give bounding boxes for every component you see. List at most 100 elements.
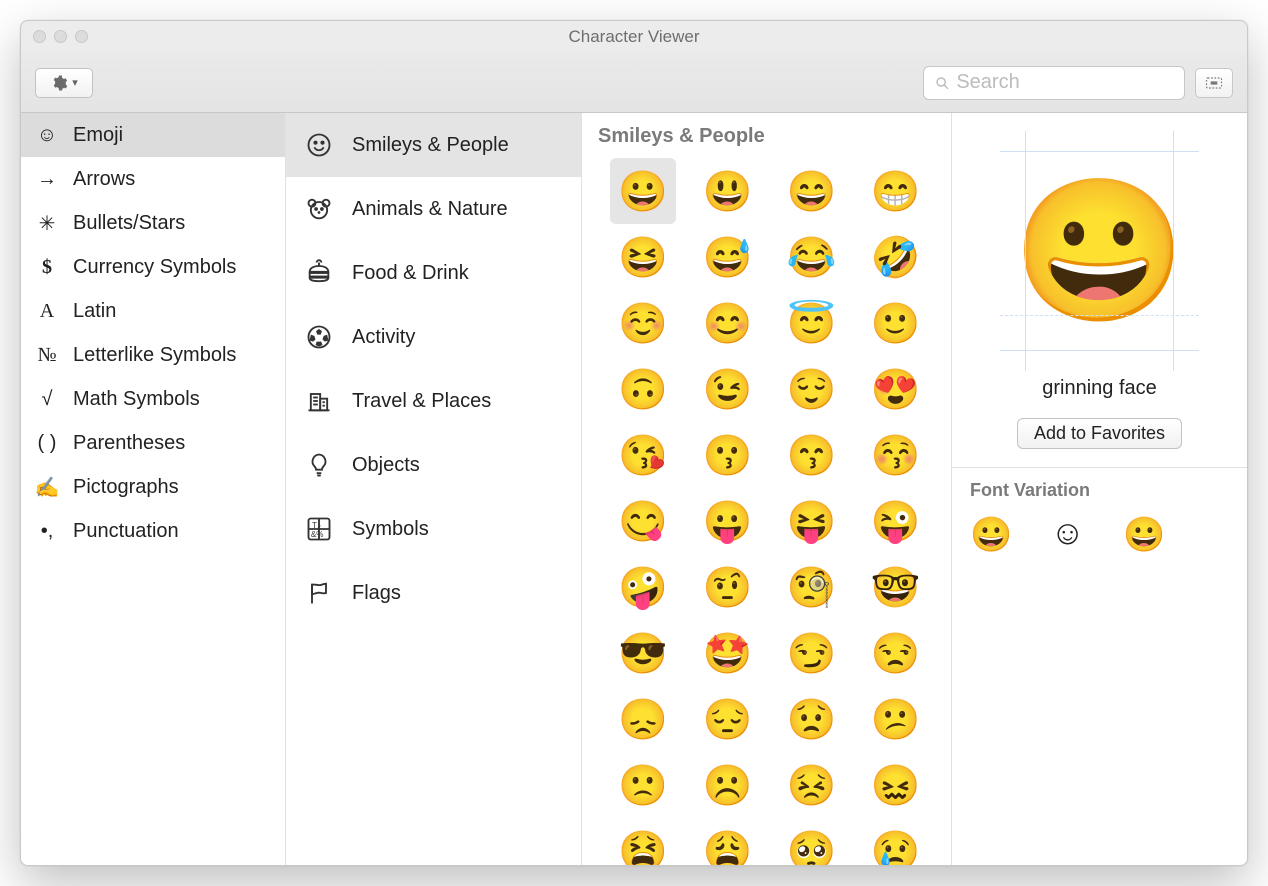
subcategory-item[interactable]: Objects bbox=[286, 433, 581, 497]
emoji-cell[interactable]: 🤨 bbox=[694, 554, 760, 620]
emoji-cell[interactable]: 😫 bbox=[610, 818, 676, 865]
emoji-cell[interactable]: 😂 bbox=[779, 224, 845, 290]
keyboard-icon bbox=[1204, 73, 1224, 93]
subcategory-label: Symbols bbox=[352, 518, 429, 541]
font-variation-glyph[interactable]: 😀 bbox=[1123, 515, 1165, 555]
category-item[interactable]: $Currency Symbols bbox=[21, 245, 285, 289]
emoji-cell[interactable]: 😚 bbox=[863, 422, 929, 488]
emoji-cell[interactable]: 🧐 bbox=[779, 554, 845, 620]
emoji-cell[interactable]: 😉 bbox=[694, 356, 760, 422]
emoji-cell[interactable]: 😄 bbox=[779, 158, 845, 224]
emoji-cell[interactable]: 😍 bbox=[863, 356, 929, 422]
category-list: ☺Emoji→Arrows✳Bullets/Stars$Currency Sym… bbox=[21, 113, 286, 865]
subcategory-item[interactable]: Animals & Nature bbox=[286, 177, 581, 241]
subcategory-item[interactable]: Travel & Places bbox=[286, 369, 581, 433]
emoji-cell[interactable]: 😗 bbox=[694, 422, 760, 488]
subcategory-label: Travel & Places bbox=[352, 390, 491, 413]
font-variation-title: Font Variation bbox=[970, 480, 1229, 501]
subcategory-label: Smileys & People bbox=[352, 134, 509, 157]
subcategory-item[interactable]: Flags bbox=[286, 561, 581, 625]
emoji-cell[interactable]: 🙃 bbox=[610, 356, 676, 422]
grid-header: Smileys & People bbox=[582, 113, 951, 158]
emoji-cell[interactable]: 🤣 bbox=[863, 224, 929, 290]
emoji-cell[interactable]: 😔 bbox=[694, 686, 760, 752]
emoji-cell[interactable]: 😢 bbox=[863, 818, 929, 865]
category-item[interactable]: ALatin bbox=[21, 289, 285, 333]
emoji-cell[interactable]: 😞 bbox=[610, 686, 676, 752]
emoji-cell[interactable]: 😖 bbox=[863, 752, 929, 818]
emoji-cell[interactable]: 😇 bbox=[779, 290, 845, 356]
emoji-cell[interactable]: 😆 bbox=[610, 224, 676, 290]
subcategory-label: Animals & Nature bbox=[352, 198, 508, 221]
search-field[interactable] bbox=[923, 66, 1185, 100]
category-item[interactable]: ( )Parentheses bbox=[21, 421, 285, 465]
titlebar: Character Viewer bbox=[21, 21, 1247, 53]
character-viewer-window: Character Viewer ▾ ☺Emoji→Arrows✳Bullets… bbox=[20, 20, 1248, 866]
emoji-cell[interactable]: 😃 bbox=[694, 158, 760, 224]
bulb-icon bbox=[304, 451, 334, 479]
emoji-cell[interactable]: 😅 bbox=[694, 224, 760, 290]
search-icon bbox=[934, 74, 950, 92]
emoji-cell[interactable]: 😝 bbox=[779, 488, 845, 554]
emoji-cell[interactable]: 😩 bbox=[694, 818, 760, 865]
category-item[interactable]: →Arrows bbox=[21, 157, 285, 201]
search-input[interactable] bbox=[956, 71, 1174, 94]
emoji-cell[interactable]: 😏 bbox=[779, 620, 845, 686]
emoji-cell[interactable]: 😜 bbox=[863, 488, 929, 554]
category-item[interactable]: №Letterlike Symbols bbox=[21, 333, 285, 377]
category-label: Latin bbox=[73, 300, 116, 323]
grid-scroll[interactable]: 😀 😃 😄 😁 😆 😅 😂 🤣 ☺️ 😊 😇 🙂 🙃 😉 😌 😍 😘 😗 😙 😚 😋 😛 😝 😜 🤪 🤨 🧐 🤓 😎 🤩 😏 😒 😞 😔 😟 😕 🙁 ☹️… bbox=[582, 158, 951, 865]
emoji-cell[interactable]: 🙂 bbox=[863, 290, 929, 356]
emoji-cell[interactable]: 🥺 bbox=[779, 818, 845, 865]
emoji-cell[interactable]: 🤓 bbox=[863, 554, 929, 620]
soccer-icon bbox=[304, 323, 334, 351]
subcategory-item[interactable]: Food & Drink bbox=[286, 241, 581, 305]
subcategory-list: Smileys & People Animals & Nature Food & D… bbox=[286, 113, 582, 865]
subcategory-label: Objects bbox=[352, 454, 420, 477]
font-variation-glyph[interactable]: 😀 bbox=[970, 515, 1012, 555]
chevron-down-icon: ▾ bbox=[72, 76, 78, 89]
compact-view-button[interactable] bbox=[1195, 68, 1233, 98]
emoji-cell[interactable]: 😙 bbox=[779, 422, 845, 488]
category-item[interactable]: •,Punctuation bbox=[21, 509, 285, 553]
category-label: Bullets/Stars bbox=[73, 212, 185, 235]
emoji-cell[interactable]: 😟 bbox=[779, 686, 845, 752]
category-icon: √ bbox=[35, 388, 59, 411]
font-variation-glyph[interactable]: ☺ bbox=[1050, 515, 1085, 555]
category-item[interactable]: ✳Bullets/Stars bbox=[21, 201, 285, 245]
subcategory-item[interactable]: Smileys & People bbox=[286, 113, 581, 177]
emoji-cell[interactable]: 😋 bbox=[610, 488, 676, 554]
flag-icon bbox=[304, 579, 334, 607]
emoji-cell[interactable]: ☺️ bbox=[610, 290, 676, 356]
emoji-cell[interactable]: 😛 bbox=[694, 488, 760, 554]
subcategory-label: Food & Drink bbox=[352, 262, 469, 285]
category-item[interactable]: √Math Symbols bbox=[21, 377, 285, 421]
category-icon: № bbox=[35, 344, 59, 367]
category-icon: ( ) bbox=[35, 432, 59, 455]
emoji-cell[interactable]: 😀 bbox=[610, 158, 676, 224]
add-to-favorites-button[interactable]: Add to Favorites bbox=[1017, 418, 1182, 449]
symbols-icon: T♪&% bbox=[304, 515, 334, 543]
emoji-cell[interactable]: 😌 bbox=[779, 356, 845, 422]
emoji-cell[interactable]: 😕 bbox=[863, 686, 929, 752]
emoji-cell[interactable]: ☹️ bbox=[694, 752, 760, 818]
subcategory-item[interactable]: T♪&% Symbols bbox=[286, 497, 581, 561]
emoji-cell[interactable]: 😁 bbox=[863, 158, 929, 224]
category-item[interactable]: ☺Emoji bbox=[21, 113, 285, 157]
emoji-cell[interactable]: 🤪 bbox=[610, 554, 676, 620]
emoji-cell[interactable]: 😘 bbox=[610, 422, 676, 488]
emoji-cell[interactable]: 😎 bbox=[610, 620, 676, 686]
emoji-cell[interactable]: 🙁 bbox=[610, 752, 676, 818]
emoji-cell[interactable]: 🤩 bbox=[694, 620, 760, 686]
subcategory-item[interactable]: Activity bbox=[286, 305, 581, 369]
emoji-cell[interactable]: 😊 bbox=[694, 290, 760, 356]
category-icon: ☺ bbox=[35, 124, 59, 147]
category-item[interactable]: ✍Pictographs bbox=[21, 465, 285, 509]
character-preview: 😀 bbox=[970, 131, 1229, 371]
emoji-cell[interactable]: 😒 bbox=[863, 620, 929, 686]
settings-menu-button[interactable]: ▾ bbox=[35, 68, 93, 98]
svg-text:&%: &% bbox=[311, 530, 324, 539]
emoji-cell[interactable]: 😣 bbox=[779, 752, 845, 818]
category-label: Arrows bbox=[73, 168, 135, 191]
gear-icon bbox=[50, 74, 68, 92]
